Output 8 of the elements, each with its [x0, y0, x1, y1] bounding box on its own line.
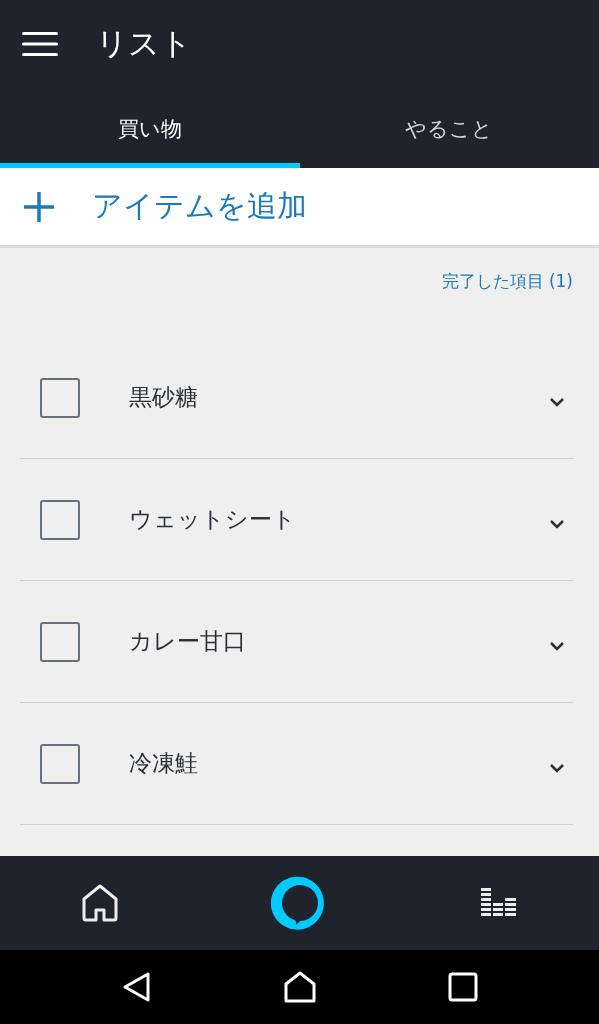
page-title: リスト	[96, 24, 192, 63]
completed-items-link[interactable]: 完了した項目 (1)	[441, 270, 573, 293]
item-name: ウェットシート	[129, 505, 297, 534]
item-name: カレー甘口	[129, 627, 247, 656]
item-name: 冷凍鮭	[129, 749, 199, 778]
list-tab[interactable]: やること	[299, 88, 599, 168]
add-item-button[interactable]: アイテムを追加	[0, 168, 599, 248]
item-name: 黒砂糖	[129, 383, 199, 412]
